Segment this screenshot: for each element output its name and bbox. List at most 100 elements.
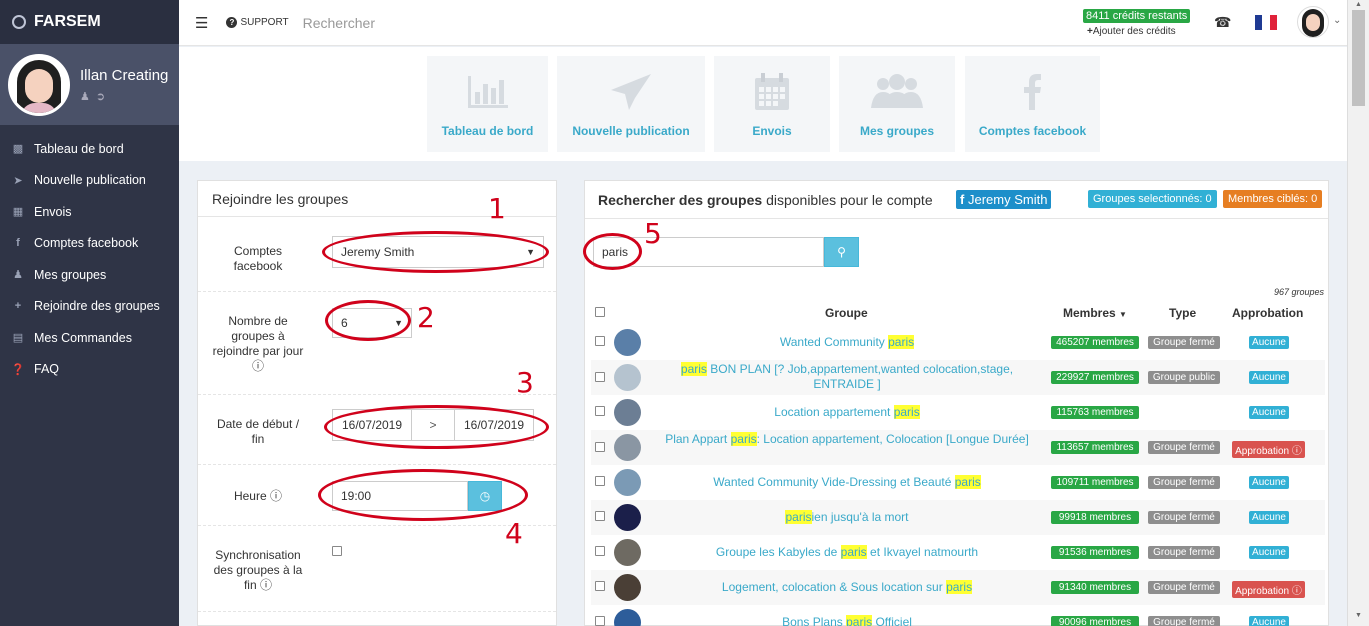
group-search-input[interactable]: paris — [593, 237, 824, 267]
col-type[interactable]: Type — [1169, 306, 1196, 320]
brand[interactable]: FARSEM — [0, 0, 179, 44]
scroll-up-icon[interactable]: ▲ — [1355, 1, 1362, 8]
scroll-down-icon[interactable]: ▼ — [1355, 612, 1362, 619]
sync-row: Synchronisation des groupes à la fin ⓘ — [198, 526, 556, 612]
row-checkbox[interactable] — [595, 336, 605, 346]
tile-nouvelle-publication[interactable]: Nouvelle publication — [557, 56, 705, 152]
group-type-badge: Groupe public — [1148, 371, 1220, 384]
group-name-link[interactable]: Wanted Community paris — [649, 335, 1045, 350]
table-row[interactable]: Groupe les Kabyles de paris et Ikvayel n… — [591, 535, 1325, 570]
annotation-number-1: 1 — [488, 192, 506, 225]
sidebar-item-tableau-de-bord[interactable]: ▩ Tableau de bord — [0, 133, 179, 165]
group-name-link[interactable]: Logement, colocation & Sous location sur… — [649, 580, 1045, 595]
start-date-input[interactable]: 16/07/2019 — [332, 409, 412, 441]
row-checkbox[interactable] — [595, 511, 605, 521]
dates-label: Date de début / fin — [216, 417, 300, 446]
group-name-link[interactable]: Groupe les Kabyles de paris et Ikvayel n… — [649, 545, 1045, 560]
row-checkbox[interactable] — [595, 442, 605, 452]
topbar: ☰ ? SUPPORT Rechercher 8411 crédits resta… — [179, 0, 1347, 46]
approval-badge: Aucune — [1249, 616, 1289, 626]
table-row[interactable]: paris BON PLAN [? Job,appartement,wanted… — [591, 360, 1325, 395]
account-select[interactable]: Jeremy Smith ▼ — [332, 236, 544, 268]
time-input[interactable]: 19:00 — [332, 481, 468, 511]
page-scrollbar[interactable]: ▲ ▼ — [1347, 0, 1369, 626]
add-credits-link[interactable]: +Ajouter des crédits — [1087, 26, 1190, 37]
search-highlight: paris — [680, 362, 707, 376]
group-type-badge: Groupe fermé — [1148, 581, 1220, 594]
support-link[interactable]: ? SUPPORT — [226, 17, 289, 28]
col-approval[interactable]: Approbation — [1232, 306, 1303, 320]
search-icon: ⚲ — [837, 245, 846, 259]
approval-badge: Aucune — [1249, 371, 1289, 384]
table-row[interactable]: Bons Plans paris Officiel 90096 membres Gr… — [591, 605, 1325, 626]
search-highlight: paris — [785, 510, 812, 524]
logout-icon[interactable]: ➲ — [96, 91, 111, 103]
user-profile-icon[interactable]: ♟ — [80, 91, 96, 103]
search-highlight: paris — [946, 580, 973, 594]
french-flag-icon[interactable] — [1255, 15, 1277, 30]
table-row[interactable]: Logement, colocation & Sous location sur… — [591, 570, 1325, 605]
table-row[interactable]: Location appartement paris 115763 membres… — [591, 395, 1325, 430]
row-checkbox[interactable] — [595, 372, 605, 382]
tile-tableau-de-bord[interactable]: Tableau de bord — [427, 56, 548, 152]
users-icon: ♟ — [13, 269, 23, 282]
col-members[interactable]: Membres ▼ — [1063, 306, 1127, 320]
group-type-badge: Groupe fermé — [1148, 616, 1220, 626]
sidebar-item-mes-commandes[interactable]: ▤ Mes Commandes — [0, 322, 179, 354]
group-name-link[interactable]: parisien jusqu'à la mort — [649, 510, 1045, 525]
group-name-link[interactable]: paris BON PLAN [? Job,appartement,wanted… — [649, 362, 1045, 392]
select-all-checkbox[interactable] — [595, 307, 605, 317]
end-date-input[interactable]: 16/07/2019 — [454, 409, 534, 441]
row-checkbox[interactable] — [595, 616, 605, 626]
list-icon: ▤ — [12, 332, 24, 345]
sidebar-item-nouvelle-publication[interactable]: ➤ Nouvelle publication — [0, 165, 179, 197]
sidebar-item-comptes-facebook[interactable]: f Comptes facebook — [0, 228, 179, 260]
sidebar-item-rejoindre-des-groupes[interactable]: + Rejoindre des groupes — [0, 291, 179, 323]
info-icon: ⓘ — [270, 489, 283, 503]
annotation-number-4: 4 — [505, 517, 523, 550]
group-type-badge: Groupe fermé — [1148, 336, 1220, 349]
sidebar-item-envois[interactable]: ▦ Envois — [0, 196, 179, 228]
top-user-avatar[interactable] — [1297, 6, 1329, 38]
sidebar-item-faq[interactable]: ❓ FAQ — [0, 354, 179, 386]
tile-mes-groupes[interactable]: Mes groupes — [839, 56, 955, 152]
group-name-link[interactable]: Plan Appart paris: Location appartement,… — [649, 432, 1045, 447]
sidebar-item-mes-groupes[interactable]: ♟ Mes groupes — [0, 259, 179, 291]
scroll-thumb[interactable] — [1352, 10, 1365, 106]
row-checkbox[interactable] — [595, 476, 605, 486]
group-thumbnail — [614, 504, 641, 531]
group-name-link[interactable]: Location appartement paris — [649, 405, 1045, 420]
caret-down-icon: ▼ — [394, 318, 403, 328]
col-group[interactable]: Groupe — [825, 306, 868, 320]
user-avatar[interactable] — [8, 53, 70, 116]
tile-comptes-facebook[interactable]: Comptes facebook — [965, 56, 1100, 152]
group-name-link[interactable]: Bons Plans paris Officiel — [649, 615, 1045, 626]
table-row[interactable]: Wanted Community Vide-Dressing et Beauté… — [591, 465, 1325, 500]
table-row[interactable]: Wanted Community paris 465207 membres Grou… — [591, 325, 1325, 360]
table-row[interactable]: Plan Appart paris: Location appartement,… — [591, 430, 1325, 465]
hamburger-menu-icon[interactable]: ☰ — [195, 14, 208, 32]
row-checkbox[interactable] — [595, 546, 605, 556]
group-thumbnail — [614, 364, 641, 391]
group-thumbnail — [614, 329, 641, 356]
facebook-icon: f — [16, 237, 20, 250]
table-row[interactable]: parisien jusqu'à la mort 99918 membres Gro… — [591, 500, 1325, 535]
search-highlight: paris — [840, 545, 867, 559]
annotation-number-5: 5 — [644, 217, 662, 250]
per-day-select[interactable]: 6 ▼ — [332, 308, 412, 338]
sync-checkbox[interactable] — [332, 546, 342, 556]
row-checkbox[interactable] — [595, 406, 605, 416]
search-button[interactable]: ⚲ — [824, 237, 859, 267]
clock-button[interactable]: ◷ — [468, 481, 502, 511]
row-checkbox[interactable] — [595, 581, 605, 591]
approval-badge: Aucune — [1249, 476, 1289, 489]
members-badge: 90096 membres — [1051, 616, 1139, 626]
group-name-link[interactable]: Wanted Community Vide-Dressing et Beauté… — [649, 475, 1045, 490]
tile-envois[interactable]: Envois — [714, 56, 830, 152]
phone-icon[interactable]: ☎ — [1214, 14, 1231, 31]
credits-box: 8411 crédits restants +Ajouter des crédi… — [1083, 8, 1191, 37]
search-highlight: paris — [730, 432, 757, 446]
chevron-down-icon[interactable]: ⌄ — [1333, 15, 1341, 26]
info-icon: ⓘ — [251, 359, 264, 373]
top-search-input[interactable]: Rechercher — [303, 15, 375, 31]
